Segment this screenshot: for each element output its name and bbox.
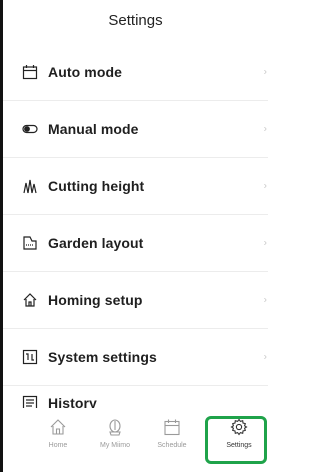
chevron-right-icon: › [263, 66, 267, 78]
tab-home[interactable]: Home [30, 418, 86, 449]
home-icon [49, 418, 67, 436]
menu-item-cutting-height[interactable]: Cutting height › [3, 158, 268, 215]
chevron-right-icon: › [263, 123, 267, 135]
menu-item-homing-setup[interactable]: Homing setup › [3, 272, 268, 329]
tab-label: My Miimo [100, 442, 130, 449]
menu-item-system-settings[interactable]: System settings › [3, 329, 268, 386]
menu-item-label: Garden layout [48, 235, 144, 251]
settings-menu: Auto mode › Manual mode › Cutting height… [3, 44, 268, 426]
settings-screen: Settings Auto mode › Manual mode › Cutti… [0, 0, 268, 472]
tab-label: Schedule [157, 442, 187, 449]
menu-item-label: System settings [48, 349, 157, 365]
home-icon [22, 292, 38, 308]
menu-item-auto-mode[interactable]: Auto mode › [3, 44, 268, 101]
menu-item-label: Manual mode [48, 121, 139, 137]
settings-tab-highlight [205, 416, 267, 464]
calendar-icon [163, 418, 181, 436]
chevron-right-icon: › [263, 351, 267, 363]
chevron-right-icon: › [263, 237, 267, 249]
menu-item-manual-mode[interactable]: Manual mode › [3, 101, 268, 158]
header: Settings [3, 0, 268, 44]
page-title: Settings [108, 11, 163, 29]
toggle-icon [22, 121, 38, 137]
chevron-right-icon: › [263, 180, 267, 192]
chevron-right-icon: › [263, 294, 267, 306]
menu-item-label: Cutting height [48, 178, 145, 194]
tab-my-miimo[interactable]: My Miimo [87, 418, 143, 449]
tab-label: Home [48, 442, 68, 449]
calendar-icon [22, 64, 38, 80]
grass-icon [22, 178, 38, 194]
menu-item-label: Homing setup [48, 292, 143, 308]
map-icon [22, 235, 38, 251]
system-icon [22, 349, 38, 365]
menu-item-label: Auto mode [48, 64, 123, 80]
tab-schedule[interactable]: Schedule [144, 418, 200, 449]
mower-icon [106, 418, 124, 436]
menu-item-garden-layout[interactable]: Garden layout › [3, 215, 268, 272]
